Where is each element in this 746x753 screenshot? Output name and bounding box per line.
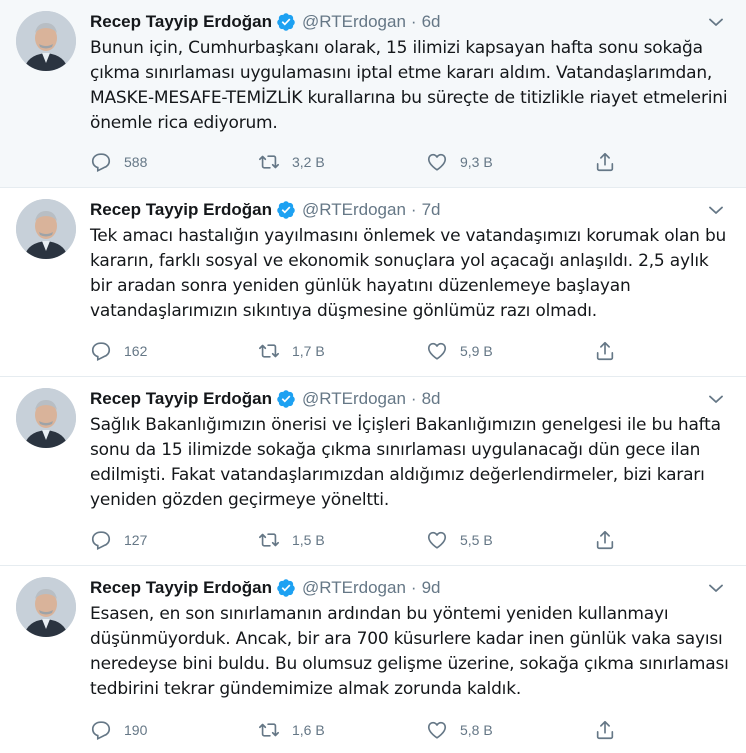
retweet-count: 1,7 B	[292, 343, 325, 359]
heart-icon	[426, 529, 448, 551]
retweet-button[interactable]: 1,6 B	[258, 719, 426, 741]
reply-icon	[90, 719, 112, 741]
author-name[interactable]: Recep Tayyip Erdoğan	[90, 578, 272, 598]
share-icon	[594, 529, 616, 551]
retweet-icon	[258, 719, 280, 741]
heart-icon	[426, 719, 448, 741]
like-count: 5,5 B	[460, 532, 493, 548]
author-handle[interactable]: @RTErdogan	[302, 389, 406, 409]
like-count: 5,9 B	[460, 343, 493, 359]
tweet-actions: 190 1,6 B 5,8 B	[90, 719, 630, 741]
retweet-button[interactable]: 1,7 B	[258, 340, 426, 362]
tweet-time[interactable]: 9d	[422, 578, 441, 598]
reply-button[interactable]: 588	[90, 151, 258, 173]
share-icon	[594, 719, 616, 741]
verified-badge-icon	[276, 389, 296, 409]
tweet-text: Tek amacı hastalığın yayılmasını önlemek…	[90, 226, 727, 321]
author-name[interactable]: Recep Tayyip Erdoğan	[90, 200, 272, 220]
chevron-down-icon[interactable]	[706, 12, 726, 32]
author-handle[interactable]: @RTErdogan	[302, 12, 406, 32]
reply-count: 588	[124, 154, 148, 170]
reply-icon	[90, 529, 112, 551]
avatar[interactable]	[16, 199, 76, 259]
chevron-down-icon[interactable]	[706, 200, 726, 220]
retweet-icon	[258, 340, 280, 362]
separator-dot: ·	[410, 200, 417, 219]
separator-dot: ·	[410, 12, 417, 31]
tweet[interactable]: Recep Tayyip Erdoğan @RTErdogan · 7d Tek…	[0, 188, 746, 377]
avatar[interactable]	[16, 577, 76, 637]
reply-button[interactable]: 127	[90, 529, 258, 551]
tweet-time[interactable]: 8d	[422, 389, 441, 409]
tweet-header: Recep Tayyip Erdoğan @RTErdogan · 6d	[90, 10, 730, 34]
reply-button[interactable]: 190	[90, 719, 258, 741]
author-handle[interactable]: @RTErdogan	[302, 578, 406, 598]
avatar[interactable]	[16, 388, 76, 448]
tweet[interactable]: Recep Tayyip Erdoğan @RTErdogan · 8d Sağ…	[0, 377, 746, 566]
like-button[interactable]: 5,9 B	[426, 340, 594, 362]
retweet-button[interactable]: 1,5 B	[258, 529, 426, 551]
reply-count: 127	[124, 532, 148, 548]
share-button[interactable]	[594, 151, 628, 173]
author-name[interactable]: Recep Tayyip Erdoğan	[90, 12, 272, 32]
reply-icon	[90, 151, 112, 173]
retweet-count: 1,6 B	[292, 722, 325, 738]
tweet-text: Sağlık Bakanlığımızın önerisi ve İçişler…	[90, 415, 721, 510]
author-handle[interactable]: @RTErdogan	[302, 200, 406, 220]
share-icon	[594, 340, 616, 362]
tweet-time[interactable]: 6d	[422, 12, 441, 32]
chevron-down-icon[interactable]	[706, 389, 726, 409]
retweet-button[interactable]: 3,2 B	[258, 151, 426, 173]
like-count: 9,3 B	[460, 154, 493, 170]
share-button[interactable]	[594, 340, 628, 362]
like-button[interactable]: 5,8 B	[426, 719, 594, 741]
tweet-header: Recep Tayyip Erdoğan @RTErdogan · 9d	[90, 576, 730, 600]
like-count: 5,8 B	[460, 722, 493, 738]
share-button[interactable]	[594, 529, 628, 551]
tweet-actions: 127 1,5 B 5,5 B	[90, 529, 630, 551]
author-name[interactable]: Recep Tayyip Erdoğan	[90, 389, 272, 409]
reply-icon	[90, 340, 112, 362]
verified-badge-icon	[276, 578, 296, 598]
retweet-icon	[258, 529, 280, 551]
separator-dot: ·	[410, 578, 417, 597]
verified-badge-icon	[276, 12, 296, 32]
like-button[interactable]: 5,5 B	[426, 529, 594, 551]
chevron-down-icon[interactable]	[706, 578, 726, 598]
tweet-header: Recep Tayyip Erdoğan @RTErdogan · 7d	[90, 198, 730, 222]
reply-button[interactable]: 162	[90, 340, 258, 362]
tweet[interactable]: Recep Tayyip Erdoğan @RTErdogan · 9d Esa…	[0, 566, 746, 753]
avatar[interactable]	[16, 11, 76, 71]
heart-icon	[426, 340, 448, 362]
retweet-icon	[258, 151, 280, 173]
reply-count: 162	[124, 343, 148, 359]
tweet-actions: 162 1,7 B 5,9 B	[90, 340, 630, 362]
heart-icon	[426, 151, 448, 173]
tweet-text: Esasen, en son sınırlamanın ardından bu …	[90, 604, 729, 699]
tweet-actions: 588 3,2 B 9,3 B	[90, 151, 630, 173]
retweet-count: 3,2 B	[292, 154, 325, 170]
verified-badge-icon	[276, 200, 296, 220]
separator-dot: ·	[410, 389, 417, 408]
share-icon	[594, 151, 616, 173]
tweet-text: Bunun için, Cumhurbaşkanı olarak, 15 ili…	[90, 38, 728, 133]
reply-count: 190	[124, 722, 148, 738]
tweet[interactable]: Recep Tayyip Erdoğan @RTErdogan · 6d Bun…	[0, 0, 746, 188]
retweet-count: 1,5 B	[292, 532, 325, 548]
like-button[interactable]: 9,3 B	[426, 151, 594, 173]
tweet-time[interactable]: 7d	[422, 200, 441, 220]
tweet-header: Recep Tayyip Erdoğan @RTErdogan · 8d	[90, 387, 730, 411]
tweet-feed: Recep Tayyip Erdoğan @RTErdogan · 6d Bun…	[0, 0, 746, 753]
share-button[interactable]	[594, 719, 628, 741]
